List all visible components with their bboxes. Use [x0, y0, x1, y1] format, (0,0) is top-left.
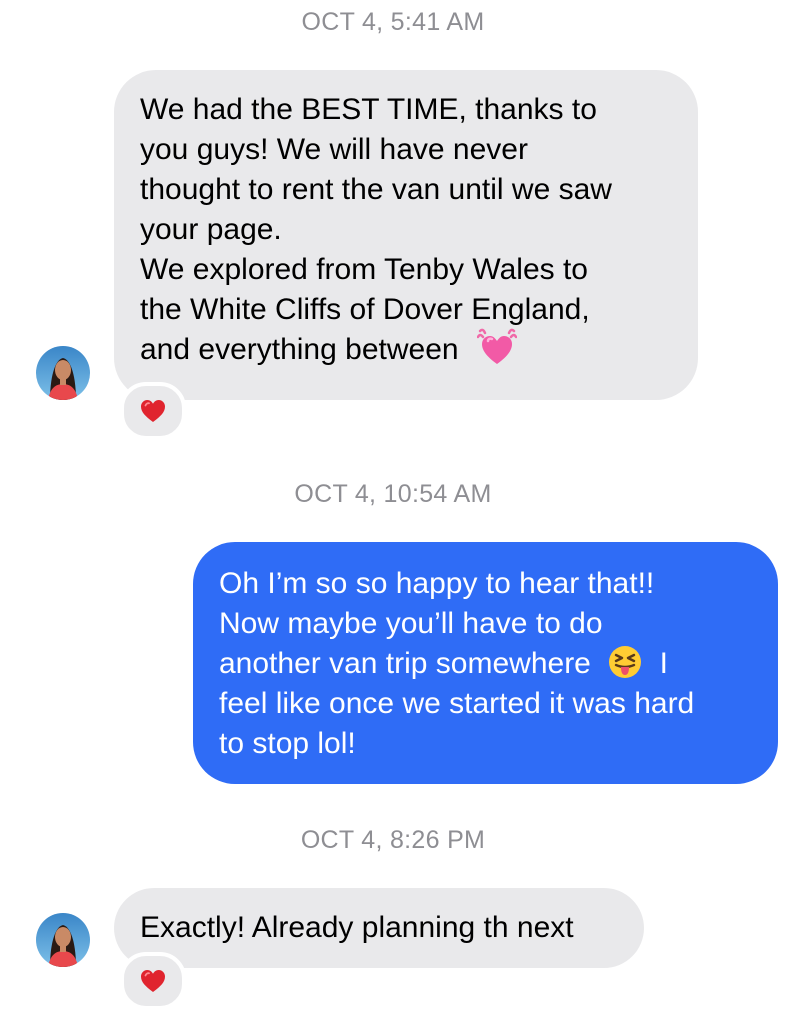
message-line-with-emoji: another van trip somewhere I — [219, 644, 758, 684]
message-line: thought to rent the van until we saw — [140, 173, 612, 206]
message-line: Now maybe you’ll have to do — [219, 607, 603, 640]
message-line: Exactly! Already planning th next — [140, 911, 574, 944]
reaction-badge-1[interactable] — [120, 382, 186, 440]
message-bubble-incoming-3[interactable]: Exactly! Already planning th next — [114, 888, 644, 968]
message-line: the White Cliffs of Dover England, — [140, 293, 590, 326]
message-line-text: I — [659, 647, 668, 680]
message-bubble-outgoing-2[interactable]: Oh I’m so so happy to hear that!! Now ma… — [193, 542, 778, 784]
reaction-badge-3[interactable] — [120, 952, 186, 1010]
message-line: you guys! We will have never — [140, 133, 528, 166]
message-line: your page. — [140, 213, 282, 246]
message-line: to stop lol! — [219, 727, 356, 760]
message-line: feel like once we started it was hard — [219, 687, 695, 720]
sender-avatar[interactable] — [36, 913, 90, 967]
message-bubble-incoming-1[interactable]: We had the BEST TIME, thanks to you guys… — [114, 70, 698, 400]
red-heart-icon — [139, 967, 167, 995]
timestamp-1: OCT 4, 5:41 AM — [301, 8, 485, 36]
message-line-text: and everything between — [140, 333, 459, 366]
beating-heart-icon — [476, 327, 518, 367]
timestamp-2: OCT 4, 10:54 AM — [294, 480, 492, 508]
message-line: We explored from Tenby Wales to — [140, 253, 588, 286]
message-line: Oh I’m so so happy to hear that!! — [219, 567, 655, 600]
timestamp-3: OCT 4, 8:26 PM — [300, 826, 486, 854]
red-heart-icon — [139, 397, 167, 425]
squinting-face-with-tongue-icon — [607, 644, 643, 680]
message-line-last: and everything between — [140, 327, 674, 371]
message-line: We had the BEST TIME, thanks to — [140, 93, 597, 126]
sender-avatar[interactable] — [36, 346, 90, 400]
message-line-text: another van trip somewhere — [219, 647, 591, 680]
